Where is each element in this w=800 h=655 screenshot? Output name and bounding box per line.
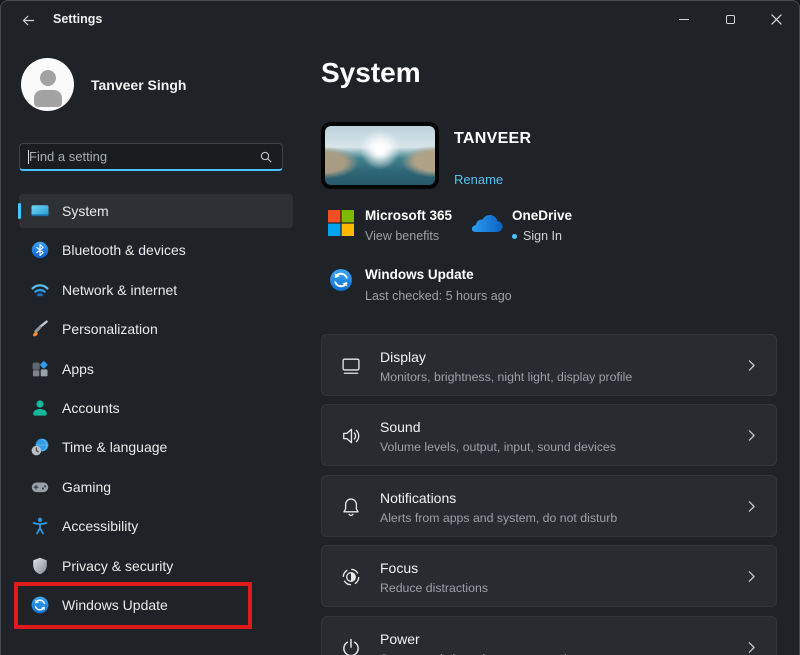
- device-thumbnail: [321, 122, 439, 189]
- settings-card-list: Display Monitors, brightness, night light…: [321, 334, 777, 655]
- app-title: Settings: [53, 12, 102, 26]
- settings-card-notifications[interactable]: Notifications Alerts from apps and system…: [321, 475, 777, 537]
- power-icon: [340, 637, 362, 655]
- time-language-icon: [30, 437, 50, 457]
- sidebar-item-label: Accounts: [62, 400, 120, 416]
- chevron-right-icon: [743, 639, 760, 655]
- card-title: Focus: [380, 560, 418, 576]
- card-title: Notifications: [380, 490, 456, 506]
- search-box[interactable]: [19, 143, 283, 171]
- sidebar-item-label: Personalization: [62, 321, 158, 337]
- sidebar-item-label: Windows Update: [62, 597, 168, 613]
- sidebar-item-label: Gaming: [62, 479, 111, 495]
- onedrive-title: OneDrive: [512, 208, 572, 223]
- sidebar-item-bluetooth-devices[interactable]: Bluetooth & devices: [19, 233, 293, 267]
- maximize-icon: [726, 15, 735, 24]
- apps-icon: [30, 359, 50, 379]
- card-subtitle: Screen and sleep, battery usage, battery…: [380, 652, 635, 655]
- onedrive-icon: [470, 212, 504, 235]
- microsoft-logo-icon: [328, 210, 354, 236]
- sidebar-item-label: Privacy & security: [62, 558, 173, 574]
- ms365-view-benefits-link[interactable]: View benefits: [365, 229, 439, 243]
- gaming-icon: [30, 477, 50, 497]
- maximize-button[interactable]: [707, 1, 753, 37]
- sidebar-item-label: Accessibility: [62, 518, 138, 534]
- minimize-icon: [679, 19, 689, 20]
- network-icon: [30, 280, 50, 300]
- windows-update-last-checked: Last checked: 5 hours ago: [365, 289, 512, 303]
- sidebar-item-label: Bluetooth & devices: [62, 242, 186, 258]
- card-title: Display: [380, 349, 426, 365]
- settings-window: Settings Tanveer Singh System Bluetooth &…: [0, 0, 800, 655]
- sidebar-item-accessibility[interactable]: Accessibility: [19, 509, 293, 543]
- minimize-button[interactable]: [661, 1, 707, 37]
- focus-icon: [340, 566, 362, 588]
- sidebar-item-gaming[interactable]: Gaming: [19, 470, 293, 504]
- card-subtitle: Monitors, brightness, night light, displ…: [380, 370, 632, 384]
- wallpaper-preview: [325, 126, 435, 185]
- accessibility-icon: [30, 516, 50, 536]
- bluetooth-icon: [30, 240, 50, 260]
- notifications-icon: [340, 496, 362, 518]
- card-title: Sound: [380, 419, 420, 435]
- sidebar-item-personalization[interactable]: Personalization: [19, 312, 293, 346]
- onedrive-sign-in-link[interactable]: Sign In: [523, 229, 562, 243]
- selection-indicator: [18, 203, 21, 219]
- settings-card-focus[interactable]: Focus Reduce distractions: [321, 545, 777, 607]
- windows-update-status-title: Windows Update: [365, 267, 474, 282]
- text-caret: [28, 150, 29, 164]
- sidebar-item-label: System: [62, 203, 109, 219]
- card-subtitle: Reduce distractions: [380, 581, 488, 595]
- sidebar-nav: System Bluetooth & devices Network & inter…: [19, 194, 293, 627]
- back-button[interactable]: [13, 7, 43, 33]
- chevron-right-icon: [743, 357, 760, 374]
- chevron-right-icon: [743, 427, 760, 444]
- sidebar-item-time-language[interactable]: Time & language: [19, 430, 293, 464]
- system-icon: [30, 201, 50, 221]
- display-icon: [340, 355, 362, 377]
- windows-update-icon: [328, 267, 354, 293]
- device-name: TANVEER: [454, 130, 531, 148]
- search-input[interactable]: [29, 145, 249, 167]
- avatar[interactable]: [21, 58, 74, 111]
- sound-icon: [340, 425, 362, 447]
- rename-link[interactable]: Rename: [454, 172, 503, 187]
- personalization-icon: [30, 319, 50, 339]
- sidebar-item-apps[interactable]: Apps: [19, 352, 293, 386]
- status-dot: [512, 234, 517, 239]
- back-arrow-icon: [20, 12, 37, 29]
- sidebar-item-label: Network & internet: [62, 282, 177, 298]
- windows-update-icon: [30, 595, 50, 615]
- chevron-right-icon: [743, 498, 760, 515]
- privacy-icon: [30, 556, 50, 576]
- window-controls: [661, 1, 799, 37]
- close-icon: [771, 14, 782, 25]
- sidebar-item-label: Apps: [62, 361, 94, 377]
- sidebar-item-windows-update[interactable]: Windows Update: [19, 588, 293, 622]
- user-name: Tanveer Singh: [91, 77, 186, 93]
- search-icon[interactable]: [259, 150, 273, 164]
- settings-card-sound[interactable]: Sound Volume levels, output, input, sound…: [321, 404, 777, 466]
- card-subtitle: Volume levels, output, input, sound devi…: [380, 440, 616, 454]
- card-subtitle: Alerts from apps and system, do not dist…: [380, 511, 617, 525]
- sidebar-item-accounts[interactable]: Accounts: [19, 391, 293, 425]
- chevron-right-icon: [743, 568, 760, 585]
- sidebar-item-label: Time & language: [62, 439, 167, 455]
- card-title: Power: [380, 631, 420, 647]
- sidebar-item-system[interactable]: System: [19, 194, 293, 228]
- page-title: System: [321, 57, 421, 89]
- settings-card-display[interactable]: Display Monitors, brightness, night light…: [321, 334, 777, 396]
- ms365-title: Microsoft 365: [365, 208, 452, 223]
- close-button[interactable]: [753, 1, 799, 37]
- sidebar-item-privacy-security[interactable]: Privacy & security: [19, 549, 293, 583]
- settings-card-power[interactable]: Power Screen and sleep, battery usage, ba…: [321, 616, 777, 655]
- sidebar-item-network-internet[interactable]: Network & internet: [19, 273, 293, 307]
- accounts-icon: [30, 398, 50, 418]
